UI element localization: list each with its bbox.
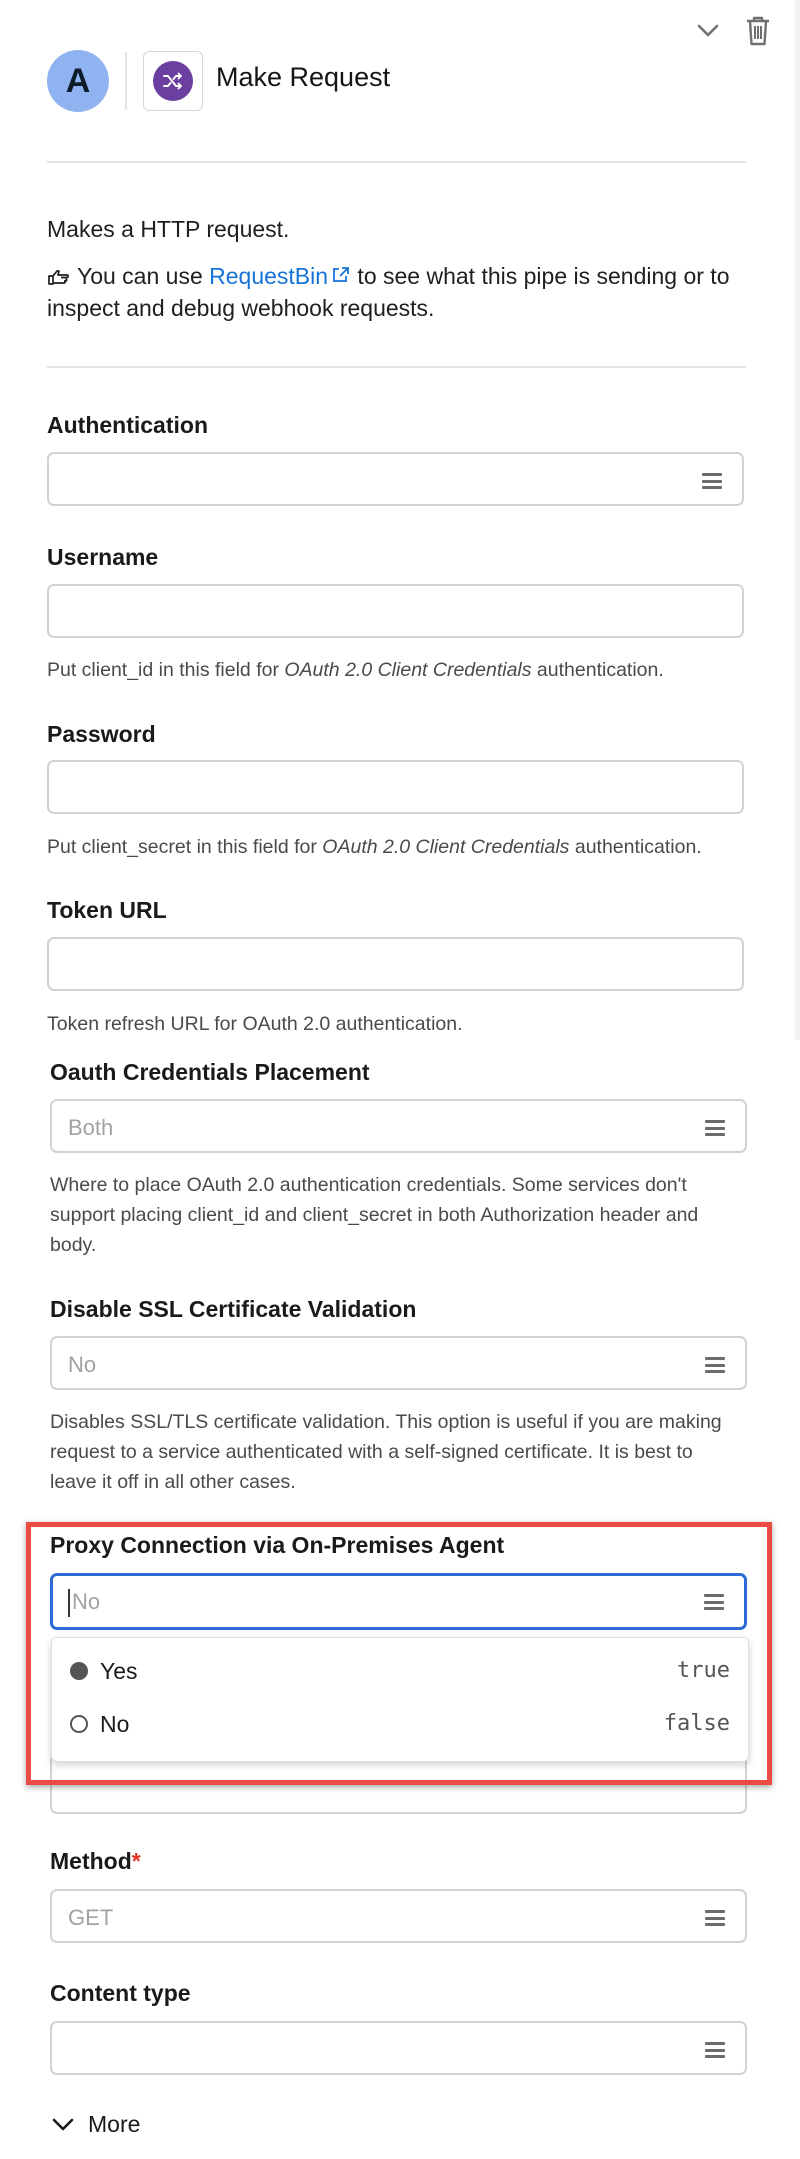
oauth-help-line-1: Where to place OAuth 2.0 authentication … bbox=[50, 1174, 687, 1196]
username-help: Put client_id in this field for OAuth 2.… bbox=[47, 655, 664, 685]
proxy-options-dropdown: Yes true No false bbox=[51, 1637, 749, 1762]
authentication-label: Authentication bbox=[47, 412, 208, 438]
option-no[interactable]: No false bbox=[52, 1699, 748, 1751]
token-url-field[interactable] bbox=[47, 937, 744, 991]
password-help: Put client_secret in this field for OAut… bbox=[47, 832, 702, 862]
oauth-placement-label: Oauth Credentials Placement bbox=[50, 1059, 370, 1085]
method-label: Method* bbox=[50, 1848, 141, 1875]
hint-suffix-1: to see what this pipe is sending or to bbox=[351, 263, 730, 289]
username-field[interactable] bbox=[47, 584, 744, 638]
ssl-help-line-1: Disables SSL/TLS certificate validation.… bbox=[50, 1411, 722, 1433]
username-help-suffix: authentication. bbox=[531, 659, 664, 681]
content-type-label: Content type bbox=[50, 1980, 191, 2006]
hint-suffix-2: inspect and debug webhook requests. bbox=[47, 295, 435, 321]
proxy-select[interactable]: No bbox=[50, 1573, 747, 1630]
username-label: Username bbox=[47, 544, 159, 570]
proxy-placeholder: No bbox=[72, 1589, 101, 1614]
shuffle-icon bbox=[153, 61, 193, 101]
external-link-icon[interactable] bbox=[328, 263, 351, 289]
text-caret bbox=[68, 1589, 70, 1617]
page-title: Make Request bbox=[216, 62, 391, 92]
more-label: More bbox=[88, 2111, 141, 2137]
disable-ssl-help: Disables SSL/TLS certificate validation.… bbox=[50, 1407, 722, 1497]
oauth-placement-help: Where to place OAuth 2.0 authentication … bbox=[50, 1170, 698, 1260]
password-field[interactable] bbox=[47, 760, 744, 814]
avatar: A bbox=[47, 50, 109, 112]
required-mark: * bbox=[131, 1848, 141, 1874]
ssl-help-line-3: leave it off in all other cases. bbox=[50, 1471, 296, 1493]
hand-pointer-icon bbox=[47, 263, 71, 289]
chevron-down-icon bbox=[52, 2111, 74, 2138]
divider bbox=[47, 366, 746, 368]
oauth-placement-value: Both bbox=[68, 1115, 114, 1140]
disable-ssl-value: No bbox=[68, 1352, 97, 1377]
proxy-label: Proxy Connection via On-Premises Agent bbox=[50, 1532, 505, 1558]
hamburger-icon bbox=[705, 2042, 725, 2058]
radio-filled-icon bbox=[70, 1662, 88, 1680]
password-help-prefix: Put client_secret in this field for bbox=[47, 836, 323, 858]
hamburger-icon bbox=[702, 473, 722, 489]
header-actions bbox=[691, 14, 775, 48]
method-value: GET bbox=[68, 1905, 114, 1930]
hidden-field-behind-dropdown bbox=[50, 1754, 747, 1814]
hamburger-icon bbox=[705, 1120, 725, 1136]
option-yes[interactable]: Yes true bbox=[52, 1646, 748, 1698]
requestbin-link[interactable]: RequestBin bbox=[209, 263, 328, 289]
avatar-letter: A bbox=[65, 61, 91, 100]
chevron-down-icon[interactable] bbox=[691, 14, 725, 48]
header-divider bbox=[125, 52, 127, 110]
scrollbar-track[interactable] bbox=[795, 0, 800, 1040]
username-help-prefix: Put client_id in this field for bbox=[47, 659, 285, 681]
option-value: false bbox=[663, 1711, 730, 1736]
trash-icon[interactable] bbox=[741, 14, 775, 48]
radio-empty-icon bbox=[70, 1715, 88, 1733]
content-type-select[interactable] bbox=[50, 2021, 747, 2075]
method-label-text: Method bbox=[50, 1848, 132, 1874]
more-toggle[interactable]: More bbox=[52, 2111, 140, 2138]
option-value: true bbox=[677, 1658, 730, 1683]
description-text: Makes a HTTP request. bbox=[47, 216, 290, 242]
password-help-suffix: authentication. bbox=[569, 836, 702, 858]
method-select[interactable]: GET bbox=[50, 1889, 747, 1943]
token-url-label: Token URL bbox=[47, 897, 167, 923]
oauth-help-line-2: support placing client_id and client_sec… bbox=[50, 1204, 699, 1226]
app-icon-box bbox=[143, 51, 203, 111]
password-help-em: OAuth 2.0 Client Credentials bbox=[322, 836, 570, 858]
option-label: Yes bbox=[100, 1658, 138, 1684]
username-help-em: OAuth 2.0 Client Credentials bbox=[284, 659, 532, 681]
ssl-help-line-2: request to a service authenticated with … bbox=[50, 1441, 693, 1463]
requestbin-hint: You can use RequestBin to see what this … bbox=[47, 260, 757, 324]
oauth-placement-select[interactable]: Both bbox=[50, 1099, 747, 1153]
password-label: Password bbox=[47, 721, 156, 747]
token-url-help: Token refresh URL for OAuth 2.0 authenti… bbox=[47, 1013, 463, 1035]
disable-ssl-select[interactable]: No bbox=[50, 1336, 747, 1390]
option-label: No bbox=[100, 1711, 130, 1737]
hamburger-icon bbox=[704, 1594, 724, 1610]
oauth-help-line-3: body. bbox=[50, 1234, 97, 1256]
hamburger-icon bbox=[705, 1910, 725, 1926]
hamburger-icon bbox=[705, 1357, 725, 1373]
authentication-select[interactable] bbox=[47, 452, 744, 506]
divider bbox=[47, 161, 746, 163]
hint-prefix: You can use bbox=[71, 263, 210, 289]
disable-ssl-label: Disable SSL Certificate Validation bbox=[50, 1296, 417, 1322]
